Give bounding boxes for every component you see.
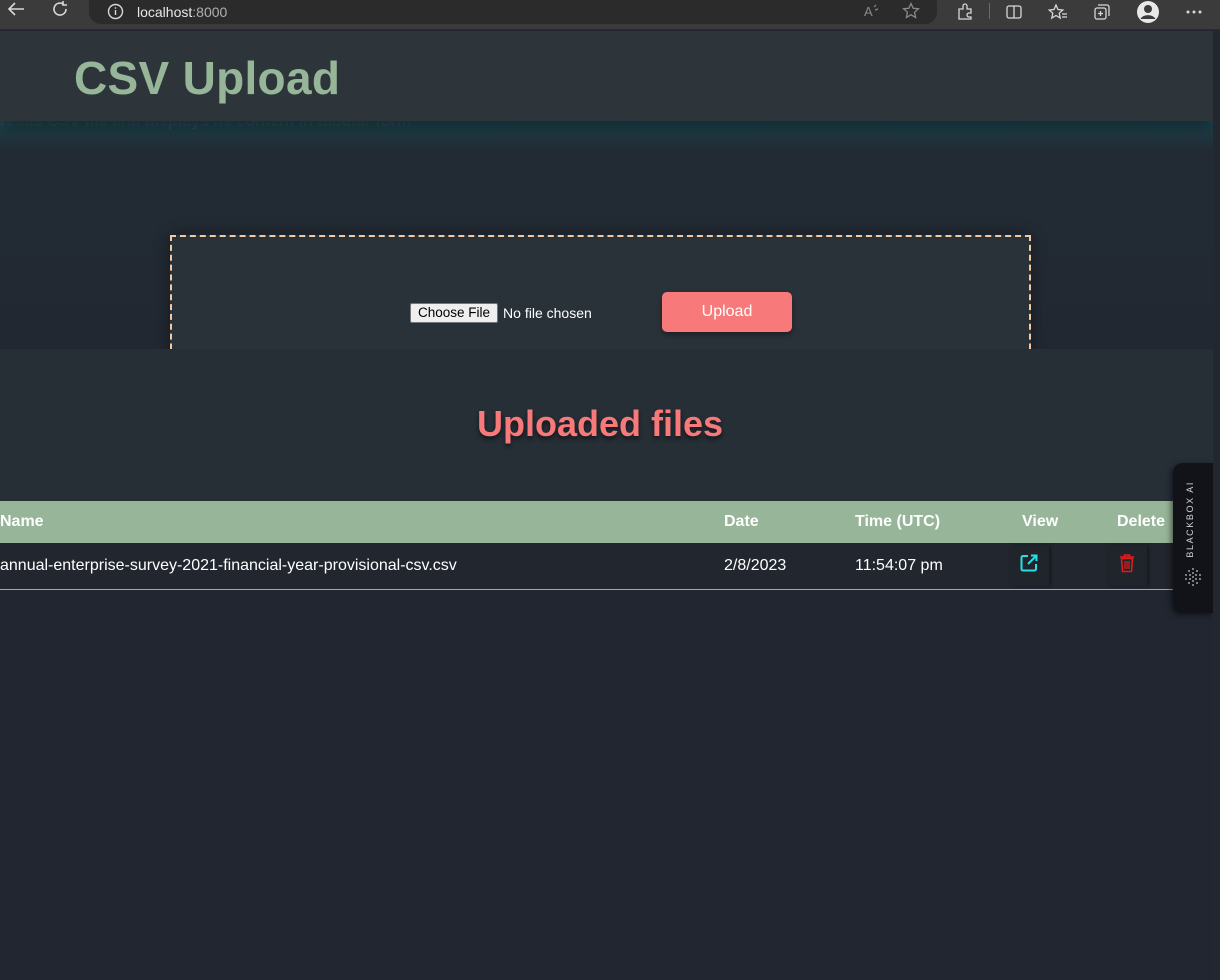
read-aloud-icon[interactable]: A [863, 2, 881, 25]
uploaded-files-section: Uploaded files Name Date Time (UTC) View… [0, 349, 1213, 589]
view-file-button[interactable] [1009, 545, 1049, 586]
upload-section: reads CSV file and displays its content … [0, 113, 1213, 389]
table-header-row: Name Date Time (UTC) View Delete [0, 501, 1213, 543]
site-header: CSV Upload [0, 31, 1213, 121]
favorite-star-icon[interactable] [902, 1, 920, 25]
column-header-date: Date [724, 513, 759, 530]
collections-icon[interactable] [1089, 1, 1115, 23]
file-time-cell: 11:54:07 pm [855, 556, 943, 574]
refresh-icon [51, 0, 69, 23]
file-input[interactable]: Choose File No file chosen [410, 303, 592, 323]
trash-icon [1119, 553, 1135, 578]
upload-button[interactable]: Upload [662, 292, 792, 332]
more-options-icon[interactable] [1181, 1, 1207, 23]
page-content: CSV Upload reads CSV file and displays i… [0, 31, 1213, 980]
blackbox-ai-label: BLACKBOX AI [1185, 481, 1195, 558]
site-info-icon[interactable] [107, 3, 124, 25]
page-title: CSV Upload [74, 52, 341, 104]
back-arrow-icon [7, 1, 25, 22]
favorites-icon[interactable] [1045, 1, 1071, 23]
column-header-name: Name [0, 513, 44, 530]
blackbox-ai-widget[interactable]: BLACKBOX AI [1173, 463, 1213, 613]
url-text: localhost:8000 [137, 4, 228, 20]
choose-file-button[interactable]: Choose File [410, 303, 499, 323]
page-scroll-strip [1213, 31, 1220, 980]
extensions-icon[interactable] [952, 1, 978, 23]
file-date-cell: 2/8/2023 [724, 556, 787, 574]
delete-file-button[interactable] [1107, 545, 1147, 586]
refresh-button[interactable] [44, 0, 76, 22]
uploaded-files-heading: Uploaded files [476, 403, 724, 444]
file-name-cell: annual-enterprise-survey-2021-financial-… [0, 556, 457, 574]
column-header-view: View [1022, 513, 1059, 530]
toolbar-divider [989, 3, 990, 19]
address-bar[interactable]: localhost:8000 A [89, 0, 937, 24]
profile-avatar-icon[interactable] [1135, 1, 1161, 23]
browser-toolbar: localhost:8000 A [0, 0, 1220, 30]
svg-text:A: A [864, 4, 873, 19]
split-screen-icon[interactable] [1001, 1, 1027, 23]
external-link-icon [1019, 553, 1039, 578]
blackbox-logo-icon [1183, 567, 1203, 592]
file-status-text: No file chosen [503, 305, 592, 321]
view-cell [1009, 543, 1117, 589]
table-row: annual-enterprise-survey-2021-financial-… [0, 543, 1213, 589]
back-button[interactable] [0, 0, 32, 22]
column-header-time: Time (UTC) [855, 513, 941, 530]
uploaded-files-table: Name Date Time (UTC) View Delete annual-… [0, 501, 1213, 590]
